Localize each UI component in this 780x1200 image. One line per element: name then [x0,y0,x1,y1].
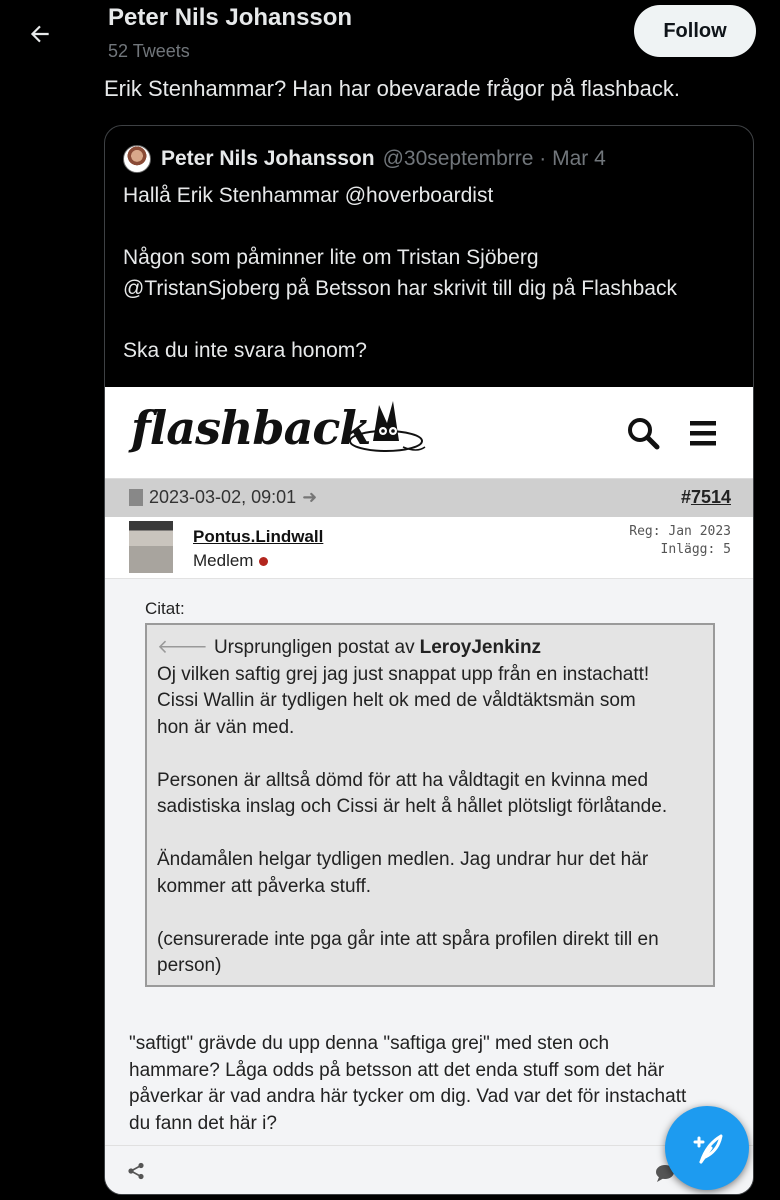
quote-box: 🡐 Ursprungligen postat av LeroyJenkinz O… [145,623,715,987]
post-number-prefix: # [680,487,691,507]
quoted-line: Ska du inte svara honom? [123,339,367,362]
post-number-value: 7514 [690,487,731,507]
post-author-role: Medlem [193,551,269,571]
post-count: Inlägg: 5 [660,542,731,557]
quote-line: kommer att påverka stuff. [157,875,372,897]
post-reply-text: "saftigt" grävde du upp denna "saftiga g… [129,1031,739,1137]
follow-button[interactable]: Follow [634,5,756,57]
reply-line: påverkar är vad andra här tycker om dig.… [129,1086,687,1107]
avatar[interactable] [123,145,151,173]
back-arrow-icon[interactable] [18,12,62,56]
flashback-mascot-icon [349,401,426,452]
quoted-tweet[interactable]: Peter Nils Johansson @30septembrre · Mar… [104,125,754,1195]
share-icon[interactable] [127,1162,145,1180]
compose-tweet-button[interactable] [665,1106,749,1190]
quote-origin-text: Ursprungligen postat av [213,637,415,658]
avatar[interactable] [129,521,173,573]
search-icon[interactable] [625,415,661,451]
post-date: 2023-03-02, 09:01 ➜ [129,487,317,508]
post-author-meta: Reg: Jan 2023 Inlägg: 5 [629,523,731,559]
quoted-author-name[interactable]: Peter Nils Johansson [161,147,375,171]
quote-line: hon är vän med. [157,716,295,738]
citat-label: Citat: [145,599,185,618]
reply-line: du fann det här i? [129,1112,277,1134]
arrow-right-icon: ➜ [302,487,318,507]
role-text: Medlem [193,551,254,570]
hamburger-menu-icon[interactable] [685,415,721,451]
profile-header: Peter Nils Johansson 52 Tweets Follow [0,0,780,72]
quote-line: person) [157,955,222,976]
reply-line: "saftigt" grävde du upp denna "saftiga g… [129,1033,610,1054]
tweet-count: 52 Tweets [108,41,190,61]
registration-date: Reg: Jan 2023 [629,524,731,539]
compose-feather-icon [693,1134,723,1164]
tweet-text: Erik Stenhammar? Han har obevarade frågo… [104,76,680,101]
quoted-tweet-header: Peter Nils Johansson @30septembrre · Mar… [123,144,606,174]
post-date-bar: 2023-03-02, 09:01 ➜ #7514 [105,479,753,517]
arrow-left-icon: 🡐 [157,637,208,658]
quote-line: Ändamålen helgar tydligen medlen. Jag un… [157,849,649,870]
quoted-tweet-body: Hallå Erik Stenhammar @hoverboardist Någ… [123,180,743,366]
quote-line: Personen är alltså dömd för att ha våldt… [157,769,649,791]
quote-author[interactable]: LeroyJenkinz [420,635,541,662]
flashback-screenshot-image[interactable]: flashback 2023-03-02, 09:01 ➜ #7514 Pont… [105,387,753,1194]
quoted-author-handle-date: @30septembrre · Mar 4 [382,147,606,170]
quote-origin: 🡐 Ursprungligen postat av LeroyJenkinz [157,635,703,662]
post-author-row: Pontus.Lindwall Medlem Reg: Jan 2023 Inl… [105,517,753,579]
post-actions [105,1145,753,1194]
reply-line: hammare? Låga odds på betsson att det en… [129,1059,665,1081]
post-number[interactable]: #7514 [681,487,731,508]
quoted-line: @TristanSjoberg på Betsson har skrivit t… [123,277,677,300]
post-date-text: 2023-03-02, 09:01 [149,487,297,507]
quote-line: (censurerade inte pga går inte att spåra… [157,928,659,950]
quote-line: sadistiska inslag och Cissi är helt å hå… [157,796,668,817]
post-author-name[interactable]: Pontus.Lindwall [193,527,323,547]
profile-name: Peter Nils Johansson [108,4,353,31]
quote-line: Oj vilken saftig grej jag just snappat u… [157,663,650,685]
quoted-line: Hallå Erik Stenhammar @hoverboardist [123,184,494,207]
document-icon [129,489,143,506]
flashback-header: flashback [105,387,753,479]
offline-status-icon [259,556,269,566]
quoted-line: Någon som påminner lite om Tristan Sjöbe… [123,246,539,269]
quote-line: Cissi Wallin är tydligen helt ok med de … [157,690,636,711]
flashback-logo: flashback [131,401,371,455]
